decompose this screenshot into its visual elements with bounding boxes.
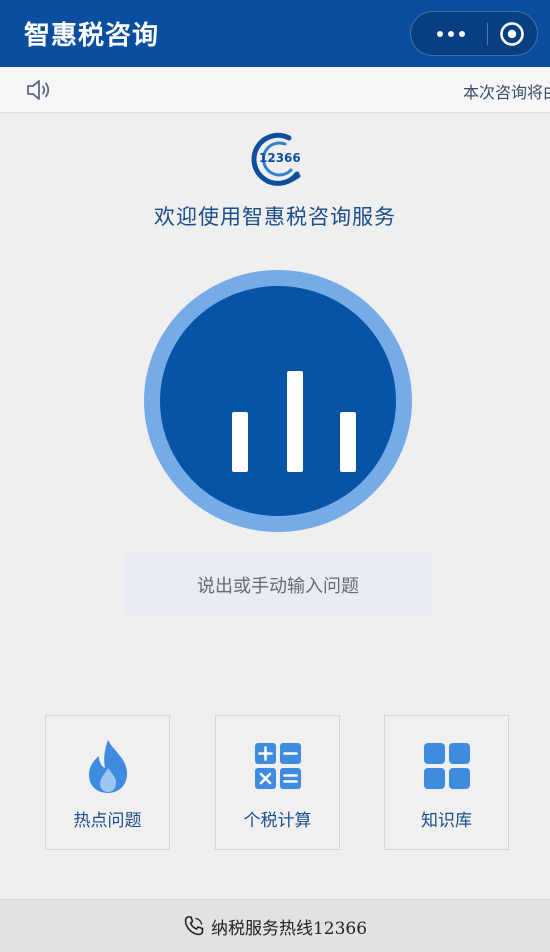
12366-logo: 12366 bbox=[251, 132, 301, 186]
voice-input-button[interactable] bbox=[144, 270, 412, 532]
close-circle-icon[interactable] bbox=[499, 21, 525, 47]
phone-icon bbox=[184, 916, 204, 936]
welcome-heading: 欢迎使用智惠税咨询服务 bbox=[154, 205, 396, 229]
voice-button-inner bbox=[160, 286, 396, 516]
tile-label: 个税计算 bbox=[243, 811, 312, 831]
tile-knowledge-base[interactable]: 知识库 bbox=[384, 715, 509, 850]
more-dot-icon bbox=[437, 30, 443, 37]
speaker-icon[interactable] bbox=[26, 78, 52, 102]
voice-wave-bar-right bbox=[340, 412, 356, 472]
mini-program-capsule bbox=[410, 11, 538, 56]
flame-icon bbox=[89, 740, 127, 793]
grid-icon bbox=[424, 743, 470, 789]
logo-number: 12366 bbox=[259, 151, 301, 165]
tile-label: 热点问题 bbox=[73, 811, 142, 831]
notice-marquee-text: 本次咨询将由智能机器人为您解答 bbox=[463, 83, 550, 101]
voice-wave-bar-center bbox=[287, 371, 303, 472]
capsule-divider bbox=[487, 23, 488, 45]
notice-bar: 本次咨询将由智能机器人为您解答 bbox=[0, 67, 550, 113]
hotline-bar[interactable]: 纳税服务热线12366 bbox=[0, 899, 550, 952]
hotline-text: 纳税服务热线12366 bbox=[210, 918, 368, 939]
calculator-icon bbox=[255, 743, 301, 789]
question-input[interactable]: 说出或手动输入问题 bbox=[124, 553, 432, 616]
title-bar: 智惠税咨询 bbox=[0, 0, 550, 67]
tile-hot-questions[interactable]: 热点问题 bbox=[45, 715, 170, 850]
more-dot-icon bbox=[459, 30, 465, 37]
app-title: 智惠税咨询 bbox=[24, 21, 160, 51]
more-dot-icon bbox=[448, 30, 454, 37]
tile-label: 知识库 bbox=[421, 811, 472, 831]
more-button[interactable] bbox=[429, 12, 473, 55]
voice-wave-bar-left bbox=[232, 412, 248, 472]
tile-tax-calculator[interactable]: 个税计算 bbox=[215, 715, 340, 850]
